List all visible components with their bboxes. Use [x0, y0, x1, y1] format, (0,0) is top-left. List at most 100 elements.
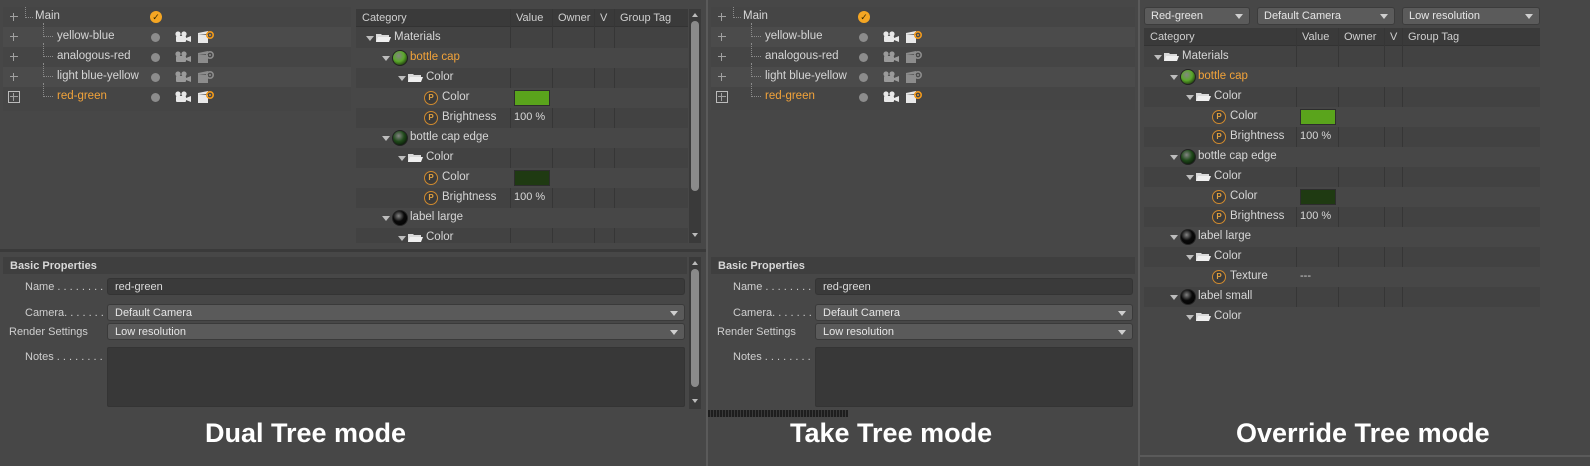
take-expand-icon[interactable]	[716, 91, 728, 103]
expand-triangle-icon[interactable]	[398, 76, 406, 81]
column-header[interactable]: Group Tag	[620, 12, 671, 24]
take-expand-icon[interactable]	[8, 91, 20, 103]
expand-triangle-icon[interactable]	[1186, 175, 1194, 180]
expand-triangle-icon[interactable]	[1186, 255, 1194, 260]
take-checkbox[interactable]	[859, 93, 868, 102]
expand-triangle-icon[interactable]	[1170, 235, 1178, 240]
material-preview-icon[interactable]	[392, 210, 408, 226]
take-row[interactable]: analogous-red	[3, 43, 351, 67]
camera-icon[interactable]	[174, 51, 192, 63]
take-checkbox[interactable]	[151, 53, 160, 62]
render-settings-icon[interactable]	[905, 70, 923, 84]
take-row[interactable]: yellow-blue	[711, 23, 1135, 47]
column-header[interactable]: Value	[1302, 31, 1329, 43]
render-dropdown[interactable]: Low resolution	[815, 323, 1133, 340]
table-row[interactable]: Color	[1144, 307, 1540, 327]
take-expand-icon[interactable]	[717, 12, 727, 22]
take-checkbox[interactable]	[151, 33, 160, 42]
props-scrollbar[interactable]	[689, 257, 701, 409]
column-header[interactable]: Category	[362, 12, 407, 24]
take-expand-icon[interactable]	[9, 52, 19, 62]
expand-triangle-icon[interactable]	[1170, 295, 1178, 300]
table-row[interactable]: P Brightness 100 %	[1144, 127, 1540, 147]
take-expand-icon[interactable]	[717, 32, 727, 42]
color-swatch[interactable]	[1300, 109, 1336, 125]
notes-field[interactable]	[815, 347, 1133, 407]
table-row[interactable]: P Color	[1144, 107, 1540, 127]
color-swatch[interactable]	[514, 90, 550, 106]
table-row[interactable]: P Texture ---	[1144, 267, 1540, 287]
take-row-main[interactable]: Main ✓	[711, 7, 1135, 27]
name-field[interactable]: red-green	[107, 278, 685, 295]
table-scrollbar[interactable]	[689, 9, 701, 243]
take-row[interactable]: yellow-blue	[3, 23, 351, 47]
take-checkbox[interactable]	[859, 33, 868, 42]
camera-icon[interactable]	[882, 71, 900, 83]
camera-icon[interactable]	[882, 31, 900, 43]
table-row[interactable]: Materials	[356, 28, 688, 48]
render-settings-icon[interactable]	[197, 70, 215, 84]
table-row[interactable]: Color	[356, 228, 688, 248]
column-header[interactable]: Group Tag	[1408, 31, 1459, 43]
take-row[interactable]: red-green	[711, 83, 1135, 107]
take-row[interactable]: light blue-yellow	[3, 63, 351, 87]
override-table[interactable]: Category Value Owner V Group Tag Materials bot…	[356, 9, 688, 243]
camera-dropdown[interactable]: Default Camera	[815, 304, 1133, 321]
column-header[interactable]: Category	[1150, 31, 1195, 43]
table-row[interactable]: Color	[1144, 247, 1540, 267]
take-checkbox[interactable]	[859, 53, 868, 62]
column-header[interactable]: Owner	[1344, 31, 1376, 43]
scroll-thumb[interactable]	[691, 269, 699, 387]
table-row[interactable]: Color	[1144, 87, 1540, 107]
splitter[interactable]	[0, 249, 706, 252]
table-row[interactable]: P Brightness 100 %	[356, 108, 688, 128]
material-preview-icon[interactable]	[392, 130, 408, 146]
color-swatch[interactable]	[514, 170, 550, 186]
table-row[interactable]: Color	[356, 68, 688, 88]
material-preview-icon[interactable]	[1180, 229, 1196, 245]
material-preview-icon[interactable]	[1180, 69, 1196, 85]
take-checkbox[interactable]	[859, 73, 868, 82]
column-header[interactable]: V	[1390, 31, 1397, 43]
scroll-up-icon[interactable]	[692, 13, 698, 17]
active-check-icon[interactable]: ✓	[150, 11, 162, 23]
render-settings-icon[interactable]	[197, 30, 215, 44]
expand-triangle-icon[interactable]	[382, 216, 390, 221]
resize-grip[interactable]	[708, 410, 848, 417]
active-check-icon[interactable]: ✓	[858, 11, 870, 23]
render-settings-icon[interactable]	[905, 50, 923, 64]
table-row[interactable]: label large	[1144, 227, 1540, 247]
material-preview-icon[interactable]	[1180, 289, 1196, 305]
material-preview-icon[interactable]	[1180, 149, 1196, 165]
table-row[interactable]: bottle cap	[356, 48, 688, 68]
camera-icon[interactable]	[174, 91, 192, 103]
material-preview-icon[interactable]	[392, 50, 408, 66]
expand-triangle-icon[interactable]	[382, 56, 390, 61]
scroll-down-icon[interactable]	[692, 399, 698, 403]
table-row[interactable]: P Color	[356, 88, 688, 108]
table-row[interactable]: label large	[356, 208, 688, 228]
take-checkbox[interactable]	[151, 93, 160, 102]
scroll-up-icon[interactable]	[692, 261, 698, 265]
take-row-main[interactable]: Main ✓	[3, 7, 351, 27]
scroll-thumb[interactable]	[691, 21, 699, 191]
table-row[interactable]: label small	[1144, 287, 1540, 307]
column-header[interactable]: Value	[516, 12, 543, 24]
take-select[interactable]: Red-green	[1144, 7, 1250, 25]
expand-triangle-icon[interactable]	[398, 156, 406, 161]
take-expand-icon[interactable]	[9, 12, 19, 22]
table-row[interactable]: Color	[356, 148, 688, 168]
take-row[interactable]: light blue-yellow	[711, 63, 1135, 87]
take-tree[interactable]: Main ✓ yellow-blue analogous-red light blue-…	[3, 7, 351, 111]
name-field[interactable]: red-green	[815, 278, 1133, 295]
render-settings-icon[interactable]	[905, 30, 923, 44]
column-header[interactable]: V	[600, 12, 607, 24]
render-settings-icon[interactable]	[905, 90, 923, 104]
expand-triangle-icon[interactable]	[1186, 95, 1194, 100]
expand-triangle-icon[interactable]	[1170, 155, 1178, 160]
color-swatch[interactable]	[1300, 189, 1336, 205]
take-expand-icon[interactable]	[717, 72, 727, 82]
table-row[interactable]: Materials	[1144, 47, 1540, 67]
expand-triangle-icon[interactable]	[1170, 75, 1178, 80]
table-row[interactable]: Color	[1144, 167, 1540, 187]
